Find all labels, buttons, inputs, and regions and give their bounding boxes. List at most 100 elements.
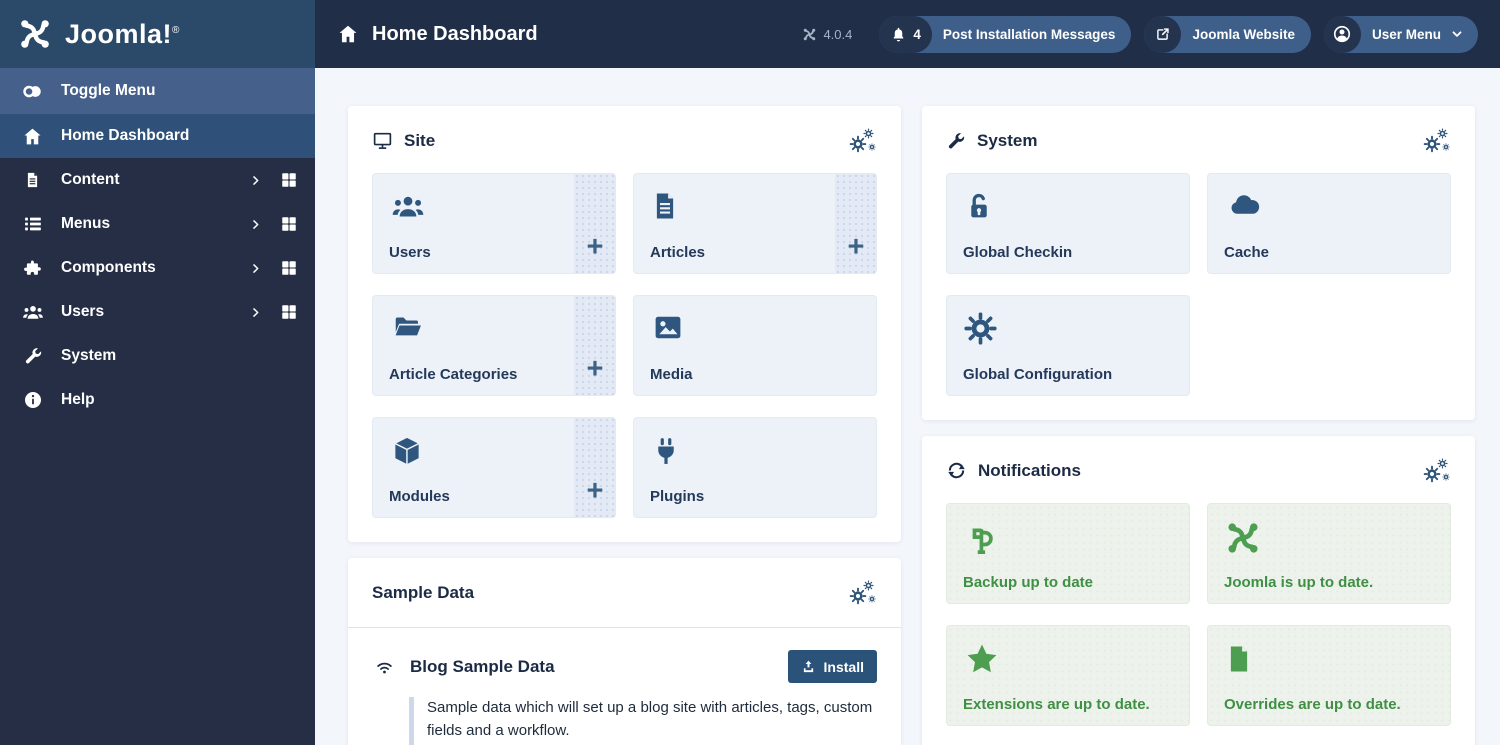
notification-backup[interactable]: Backup up to date	[946, 503, 1190, 604]
notification-label: Backup up to date	[963, 574, 1094, 591]
sample-data-card: Sample Data Blog Sample Data Install Sam…	[348, 558, 901, 745]
puzzle-icon	[21, 258, 44, 279]
notifications-card: Notifications Backup up to date Joomla i…	[922, 436, 1475, 745]
notification-extensions[interactable]: Extensions are up to date.	[946, 625, 1190, 726]
options-cogs-icon[interactable]	[847, 128, 877, 153]
sidebar-item-label: Menus	[61, 215, 111, 232]
sidebar-item-label: Toggle Menu	[61, 82, 156, 99]
options-cogs-icon[interactable]	[847, 580, 877, 605]
add-module-button[interactable]: +	[574, 417, 616, 518]
unlock-icon	[971, 193, 987, 218]
chevron-right-icon[interactable]	[249, 218, 262, 231]
shortcut-global-checkin[interactable]: Global Checkin	[946, 173, 1190, 274]
card-title: Sample Data	[372, 582, 475, 602]
shortcut-plugins[interactable]: Plugins	[633, 417, 877, 518]
shortcut-label: Global Configuration	[963, 366, 1113, 383]
wifi-icon	[377, 662, 392, 673]
users-icon	[21, 301, 44, 323]
shortcut-label: Plugins	[650, 488, 705, 505]
sample-description: Sample data which will set up a blog sit…	[409, 697, 877, 745]
topbar: Home Dashboard 4.0.4 4 Post Installation…	[315, 0, 1500, 68]
page-title: Home Dashboard	[337, 23, 538, 46]
notification-count-badge: 4	[879, 15, 932, 53]
sidebar-item-toggle-menu[interactable]: Toggle Menu	[0, 68, 315, 114]
dashboard-grid-icon[interactable]	[280, 303, 298, 321]
shortcut-label: Articles	[650, 244, 706, 261]
shortcut-label: Media	[650, 366, 693, 383]
chevron-right-icon[interactable]	[249, 306, 262, 319]
shortcut-label: Users	[389, 244, 431, 261]
home-icon	[339, 25, 357, 43]
notification-joomla-update[interactable]: Joomla is up to date.	[1207, 503, 1451, 604]
add-category-button[interactable]: +	[574, 295, 616, 396]
sidebar-item-components[interactable]: Components	[0, 246, 315, 290]
wrench-icon	[948, 132, 965, 148]
shortcut-label: Cache	[1224, 244, 1270, 261]
chevron-right-icon[interactable]	[249, 262, 262, 275]
upload-icon	[803, 660, 813, 673]
card-title: Notifications	[978, 460, 1081, 480]
shortcut-cache[interactable]: Cache	[1207, 173, 1451, 274]
shortcut-global-configuration[interactable]: Global Configuration	[946, 295, 1190, 396]
main-content: Site Users + Articles + Article Categori…	[315, 68, 1500, 745]
sidebar-item-system[interactable]: System	[0, 334, 315, 378]
plug-icon	[658, 438, 674, 464]
cube-icon	[394, 436, 420, 466]
dashboard-grid-icon[interactable]	[280, 171, 298, 189]
shortcut-users[interactable]: Users +	[372, 173, 616, 274]
post-installation-messages-button[interactable]: 4 Post Installation Messages	[879, 15, 1132, 53]
gear-icon	[964, 312, 997, 345]
joomla-website-button[interactable]: Joomla Website	[1144, 15, 1311, 53]
user-circle-icon	[1334, 25, 1351, 43]
sidebar-item-label: Components	[61, 259, 156, 276]
sidebar-item-content[interactable]: Content	[0, 158, 315, 202]
sample-item-title: Blog Sample Data	[410, 656, 555, 676]
star-icon	[967, 644, 997, 673]
sidebar-item-label: System	[61, 347, 117, 364]
install-button[interactable]: Install	[787, 650, 877, 683]
dashboard-grid-icon[interactable]	[280, 259, 298, 277]
joomla-version-icon	[803, 27, 817, 41]
dashboard-grid-icon[interactable]	[280, 215, 298, 233]
monitor-icon	[373, 132, 392, 149]
toggle-icon	[21, 80, 44, 103]
trademark: ®	[172, 24, 180, 36]
file-icon	[1230, 646, 1248, 672]
sidebar-item-home-dashboard[interactable]: Home Dashboard	[0, 114, 315, 158]
document-icon	[21, 170, 44, 190]
sync-icon	[948, 462, 965, 479]
description-line: Sample data which will set up a blog sit…	[427, 699, 873, 739]
site-card: Site Users + Articles + Article Categori…	[348, 106, 901, 542]
sidebar-item-users[interactable]: Users	[0, 290, 315, 334]
shortcut-modules[interactable]: Modules +	[372, 417, 616, 518]
users-icon	[392, 196, 424, 217]
version-number: 4.0.4	[823, 26, 853, 42]
button-label: User Menu	[1371, 26, 1441, 42]
info-circle-icon	[21, 390, 44, 410]
image-icon	[655, 316, 681, 339]
add-article-button[interactable]: +	[835, 173, 877, 274]
bell-icon	[894, 27, 904, 41]
chevron-right-icon[interactable]	[249, 174, 262, 187]
chevron-down-icon	[1450, 27, 1464, 41]
options-cogs-icon[interactable]	[1421, 458, 1451, 483]
backup-tree-icon	[972, 528, 993, 555]
wrench-icon	[21, 346, 44, 366]
install-label: Install	[823, 658, 864, 675]
user-menu-button[interactable]: User Menu	[1323, 15, 1478, 53]
add-users-button[interactable]: +	[574, 173, 616, 274]
system-card: System Global Checkin Cache Global Confi…	[922, 106, 1475, 420]
sidebar-item-menus[interactable]: Menus	[0, 202, 315, 246]
cloud-icon	[1231, 195, 1260, 214]
plus-icon: +	[586, 353, 604, 385]
sidebar-item-label: Content	[61, 171, 120, 188]
options-cogs-icon[interactable]	[1421, 128, 1451, 153]
shortcut-media[interactable]: Media	[633, 295, 877, 396]
shortcut-article-categories[interactable]: Article Categories +	[372, 295, 616, 396]
sidebar-item-help[interactable]: Help	[0, 378, 315, 422]
button-label: Joomla Website	[1192, 26, 1295, 42]
shortcut-articles[interactable]: Articles +	[633, 173, 877, 274]
notification-overrides[interactable]: Overrides are up to date.	[1207, 625, 1451, 726]
plus-icon: +	[847, 231, 865, 263]
sidebar: Joomla!® Toggle Menu Home Dashboard Cont…	[0, 0, 315, 745]
